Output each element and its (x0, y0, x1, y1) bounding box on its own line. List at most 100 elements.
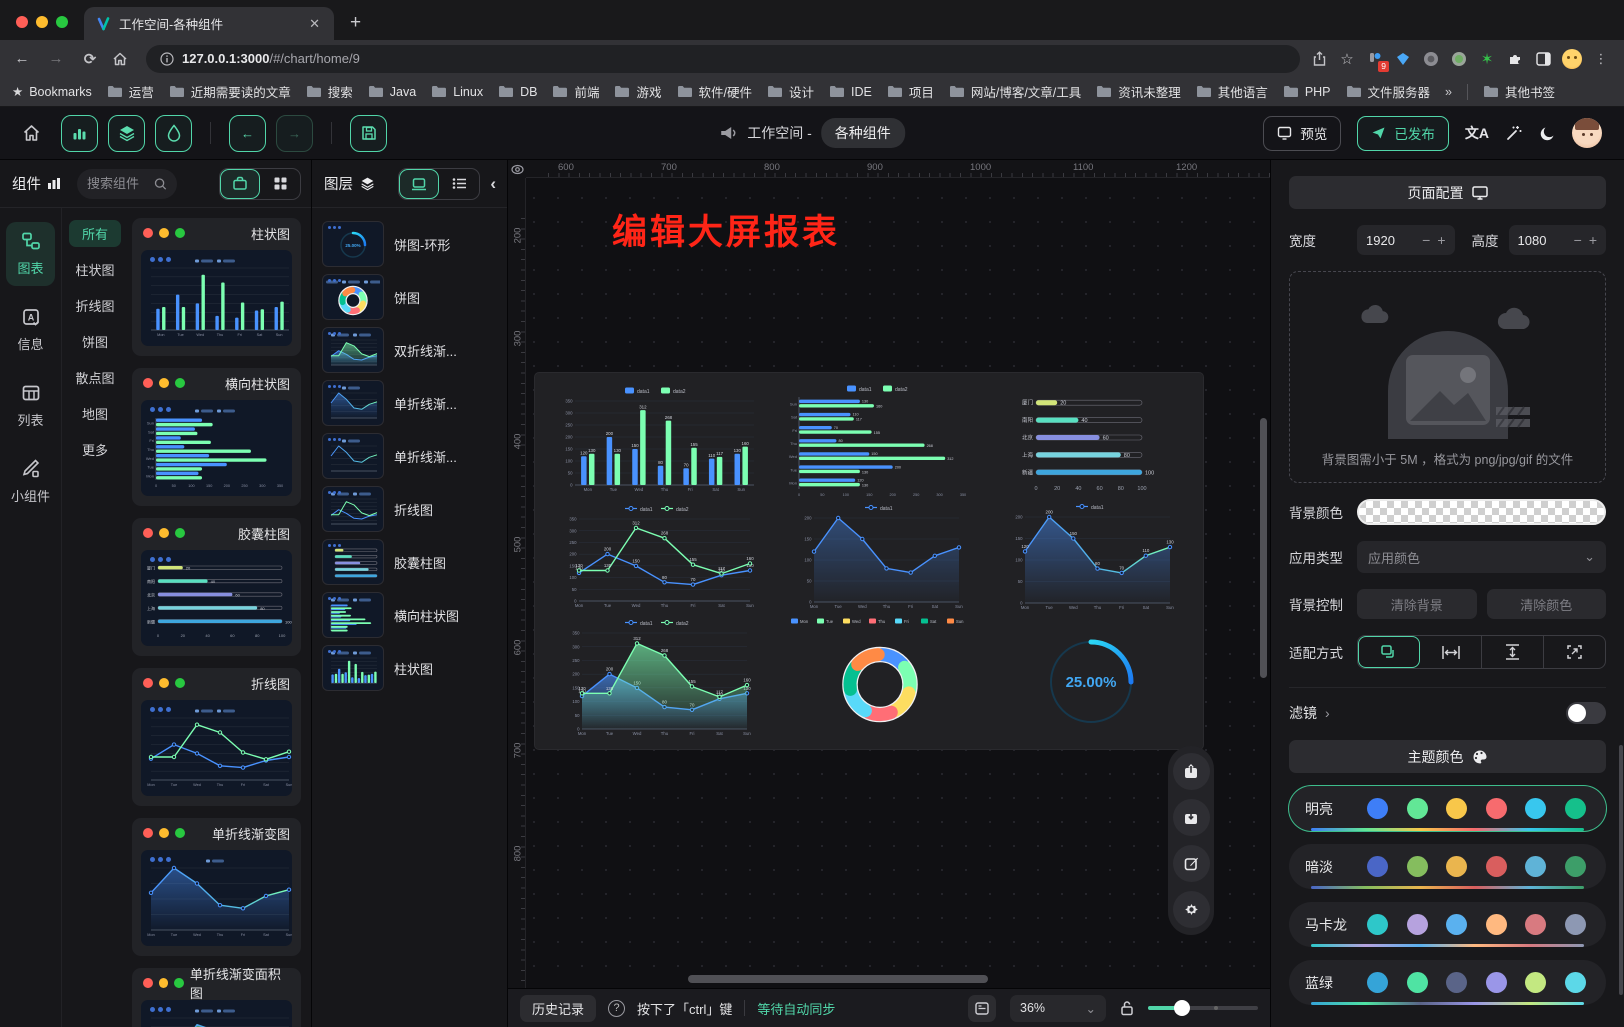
bookmarks-overflow[interactable]: » (1445, 85, 1452, 99)
bookmark-item[interactable]: 软件/硬件 (677, 82, 752, 101)
filter-toggle[interactable] (1566, 702, 1606, 724)
url-bar[interactable]: 127.0.0.1:3000/#/chart/home/9 (146, 45, 1300, 73)
dark-mode-moon-icon[interactable] (1539, 125, 1556, 142)
bar-chart[interactable]: data1data2050100150200250300350MonTueWed… (555, 384, 761, 496)
lock-icon[interactable] (1120, 1000, 1134, 1016)
layer-item[interactable]: 柱状图 (322, 645, 497, 691)
single-line-chart[interactable]: data1050100150200MonTueWedThuFriSatSun (794, 501, 966, 613)
sidebar-item-信息[interactable]: A信息 (6, 298, 55, 362)
layer-item[interactable]: 折线图 (322, 486, 497, 532)
fit-mode-option-0[interactable] (1358, 636, 1420, 668)
layer-item[interactable]: 饼图 (322, 274, 497, 320)
dashboard-preview[interactable]: data1data2050100150200250300350MonTueWed… (535, 373, 1203, 749)
magic-wand-icon[interactable] (1505, 124, 1523, 142)
sidebar-toggle-icon[interactable] (1534, 50, 1552, 68)
component-card[interactable]: 单折线渐变图MonTueWedThuFriSatSun (132, 818, 301, 956)
bookmark-item[interactable]: Java (368, 82, 416, 101)
save-button[interactable] (350, 115, 387, 152)
new-tab-button[interactable]: + (334, 12, 375, 40)
bookmark-item[interactable]: 项目 (887, 82, 934, 101)
layer-item[interactable]: 单折线渐... (322, 433, 497, 479)
layer-item[interactable]: 单折线渐... (322, 380, 497, 426)
component-card[interactable]: 单折线渐变面积图MonTueWedThuFriSatSun (132, 968, 301, 1027)
other-bookmarks[interactable]: 其他书签 (1483, 82, 1555, 101)
search-input[interactable] (87, 176, 149, 191)
clear-color-button[interactable]: 清除颜色 (1487, 589, 1607, 619)
chart-mode-button[interactable] (61, 115, 98, 152)
undo-button[interactable]: ← (229, 115, 266, 152)
language-toggle-icon[interactable]: 文A (1465, 123, 1489, 143)
extensions-puzzle-icon[interactable] (1506, 50, 1524, 68)
bookmark-item[interactable]: 搜索 (306, 82, 353, 101)
browser-tab[interactable]: 工作空间-各种组件 ✕ (84, 7, 334, 40)
layer-item[interactable]: 横向柱状图 (322, 592, 497, 638)
canvas-text-element[interactable]: 编辑大屏报表 (612, 204, 840, 255)
width-minus-icon[interactable]: − (1422, 232, 1430, 248)
settings-gear-icon[interactable] (1173, 891, 1210, 928)
maximize-window-button[interactable] (56, 16, 68, 28)
extension-pin-icon[interactable]: 9 (1366, 50, 1384, 68)
bookmark-item[interactable]: 近期需要读的文章 (169, 82, 291, 101)
collapse-panel-icon[interactable]: ‹ (487, 174, 499, 194)
gradient-line-chart[interactable]: data1050100150200MonTueWedThuFriSatSun12… (1005, 500, 1177, 614)
note-panel-icon[interactable] (968, 995, 996, 1022)
edit-icon[interactable] (1173, 845, 1210, 882)
window-controls[interactable] (0, 16, 84, 40)
bookmark-item[interactable]: 文件服务器 (1346, 82, 1431, 101)
layers-mode-button[interactable] (108, 115, 145, 152)
category-地图[interactable]: 地图 (69, 400, 121, 427)
browser-profile-avatar[interactable] (1562, 49, 1582, 69)
bookmark-item[interactable]: 前端 (552, 82, 599, 101)
chevron-right-icon[interactable]: › (1325, 705, 1330, 721)
zoom-slider-knob[interactable] (1174, 1000, 1190, 1016)
category-所有[interactable]: 所有 (69, 220, 121, 247)
bookmark-item[interactable]: 资讯未整理 (1096, 82, 1181, 101)
bookmark-item[interactable]: 设计 (767, 82, 814, 101)
project-name[interactable]: 各种组件 (821, 118, 905, 148)
share-icon[interactable] (1310, 50, 1328, 68)
layer-item[interactable]: 25.00%饼图-环形 (322, 221, 497, 267)
background-color-swatch[interactable] (1357, 499, 1606, 525)
capsule-chart[interactable]: 厦门20南阳40北京60上海80新疆100020406080100 (1014, 388, 1168, 492)
bookmark-item[interactable]: Linux (431, 82, 483, 101)
history-button[interactable]: 历史记录 (520, 995, 596, 1022)
bookmark-item[interactable]: 其他语言 (1196, 82, 1268, 101)
user-avatar[interactable] (1572, 118, 1602, 148)
forward-icon[interactable]: → (44, 50, 68, 67)
fit-mode-option-3[interactable] (1544, 636, 1605, 668)
layer-item[interactable]: 胶囊柱图 (322, 539, 497, 585)
line-chart[interactable]: data1data2050100150200250300350MonTueWed… (559, 502, 757, 612)
component-card[interactable]: 柱状图MonTueWedThuFriSatSun (132, 218, 301, 356)
width-plus-icon[interactable]: + (1437, 232, 1445, 248)
sidebar-item-列表[interactable]: 列表 (6, 374, 55, 438)
category-更多[interactable]: 更多 (69, 436, 121, 463)
sidebar-item-小组件[interactable]: 小组件 (6, 450, 55, 514)
extension-circle2-icon[interactable] (1450, 50, 1468, 68)
editor-canvas[interactable]: 6007008009001000110012001300 20030040050… (508, 160, 1270, 988)
bookmark-item[interactable]: DB (498, 82, 537, 101)
thumbnail-view-toggle[interactable] (399, 169, 439, 199)
bookmark-item[interactable]: 运营 (107, 82, 154, 101)
close-window-button[interactable] (16, 16, 28, 28)
project-view-toggle[interactable] (220, 169, 260, 199)
bookmark-star-icon[interactable]: ☆ (1338, 50, 1356, 68)
bookmark-item[interactable]: PHP (1283, 82, 1331, 101)
category-折线图[interactable]: 折线图 (69, 292, 121, 319)
category-饼图[interactable]: 饼图 (69, 328, 121, 355)
grid-view-toggle[interactable] (260, 169, 300, 199)
background-upload-dropzone[interactable]: 背景图需小于 5M ，格式为 png/jpg/gif 的文件 (1289, 271, 1606, 483)
theme-option-暗淡[interactable]: 暗淡 (1289, 844, 1606, 889)
import-icon[interactable] (1173, 799, 1210, 836)
category-柱状图[interactable]: 柱状图 (69, 256, 121, 283)
canvas-horizontal-scrollbar[interactable] (688, 975, 988, 983)
panel-scrollbar[interactable] (1619, 745, 1623, 995)
bookmark-item[interactable]: IDE (829, 82, 872, 101)
zoom-slider[interactable] (1148, 1006, 1258, 1010)
filter-droplet-button[interactable] (155, 115, 192, 152)
layer-item[interactable]: 双折线渐... (322, 327, 497, 373)
clear-background-button[interactable]: 清除背景 (1357, 589, 1477, 619)
list-view-toggle[interactable] (439, 169, 479, 199)
component-search[interactable] (77, 169, 177, 199)
extension-star-icon[interactable]: ✶ (1478, 50, 1496, 68)
theme-option-明亮[interactable]: 明亮 (1289, 786, 1606, 831)
